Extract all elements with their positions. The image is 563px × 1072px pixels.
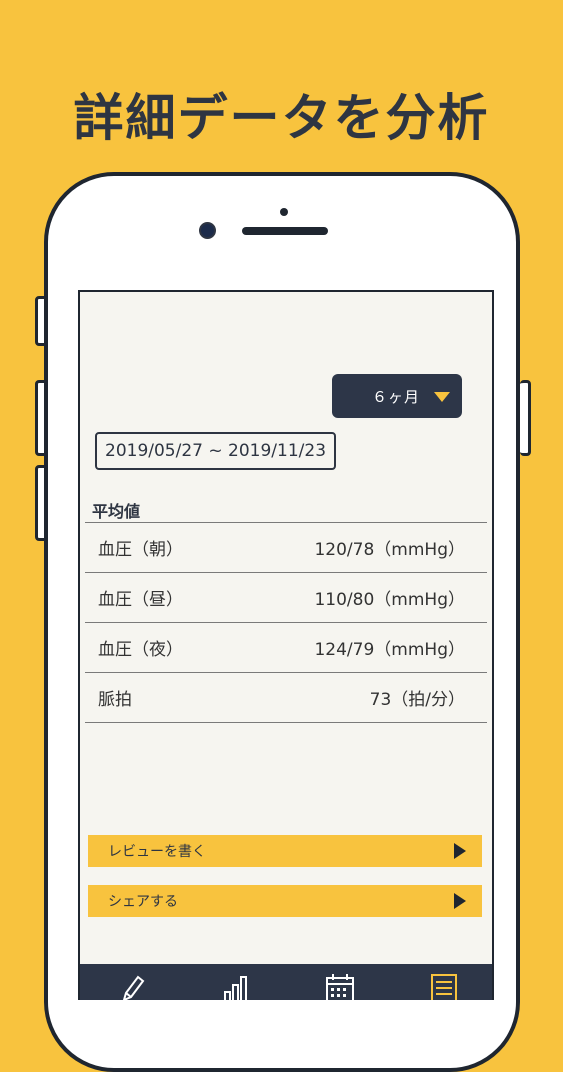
tab-calendar[interactable] [322, 972, 358, 1000]
date-range-display: 2019/05/27 ~ 2019/11/23 [95, 432, 337, 470]
notes-icon [431, 974, 457, 1000]
bottom-tab-bar [80, 964, 492, 1000]
tab-graph[interactable] [218, 972, 254, 1000]
period-select[interactable]: ６ヶ月 [332, 374, 462, 418]
pencil-icon [122, 975, 145, 1000]
table-row: 血圧（夜） 124/79（mmHg） [85, 623, 487, 673]
table-row: 脈拍 73（拍/分） [85, 673, 487, 723]
play-arrow-icon [454, 893, 466, 909]
table-row: 血圧（朝） 120/78（mmHg） [85, 523, 487, 573]
promo-headline: 詳細データを分析 [73, 89, 490, 147]
section-title-averages: 平均値 [92, 502, 141, 521]
row-value: 73（拍/分） [369, 690, 465, 710]
phone-speaker [242, 227, 328, 235]
write-review-label: レビューを書く [108, 844, 206, 860]
share-label: シェアする [108, 894, 178, 910]
tab-notes[interactable] [426, 972, 462, 1000]
row-label: 脈拍 [98, 690, 132, 710]
share-button[interactable]: シェアする [88, 885, 482, 917]
app-screen: ６ヶ月 2019/05/27 ~ 2019/11/23 平均値 血圧（朝） 12… [78, 290, 494, 1000]
row-value: 120/78（mmHg） [314, 540, 465, 560]
row-value: 124/79（mmHg） [314, 640, 465, 660]
row-label: 血圧（朝） [98, 540, 183, 560]
write-review-button[interactable]: レビューを書く [88, 835, 482, 867]
phone-power-button [520, 380, 531, 456]
row-label: 血圧（昼） [98, 590, 183, 610]
tab-input[interactable] [114, 972, 150, 1000]
play-arrow-icon [454, 843, 466, 859]
phone-camera [199, 222, 216, 239]
row-value: 110/80（mmHg） [314, 590, 465, 610]
row-label: 血圧（夜） [98, 640, 183, 660]
phone-sensor [280, 208, 288, 216]
calendar-icon [326, 974, 354, 1000]
period-select-value: ６ヶ月 [372, 387, 421, 406]
dropdown-caret-icon [434, 392, 450, 402]
table-row: 血圧（昼） 110/80（mmHg） [85, 573, 487, 623]
bar-chart-icon [224, 976, 247, 1000]
averages-table: 血圧（朝） 120/78（mmHg） 血圧（昼） 110/80（mmHg） 血圧… [85, 522, 487, 723]
